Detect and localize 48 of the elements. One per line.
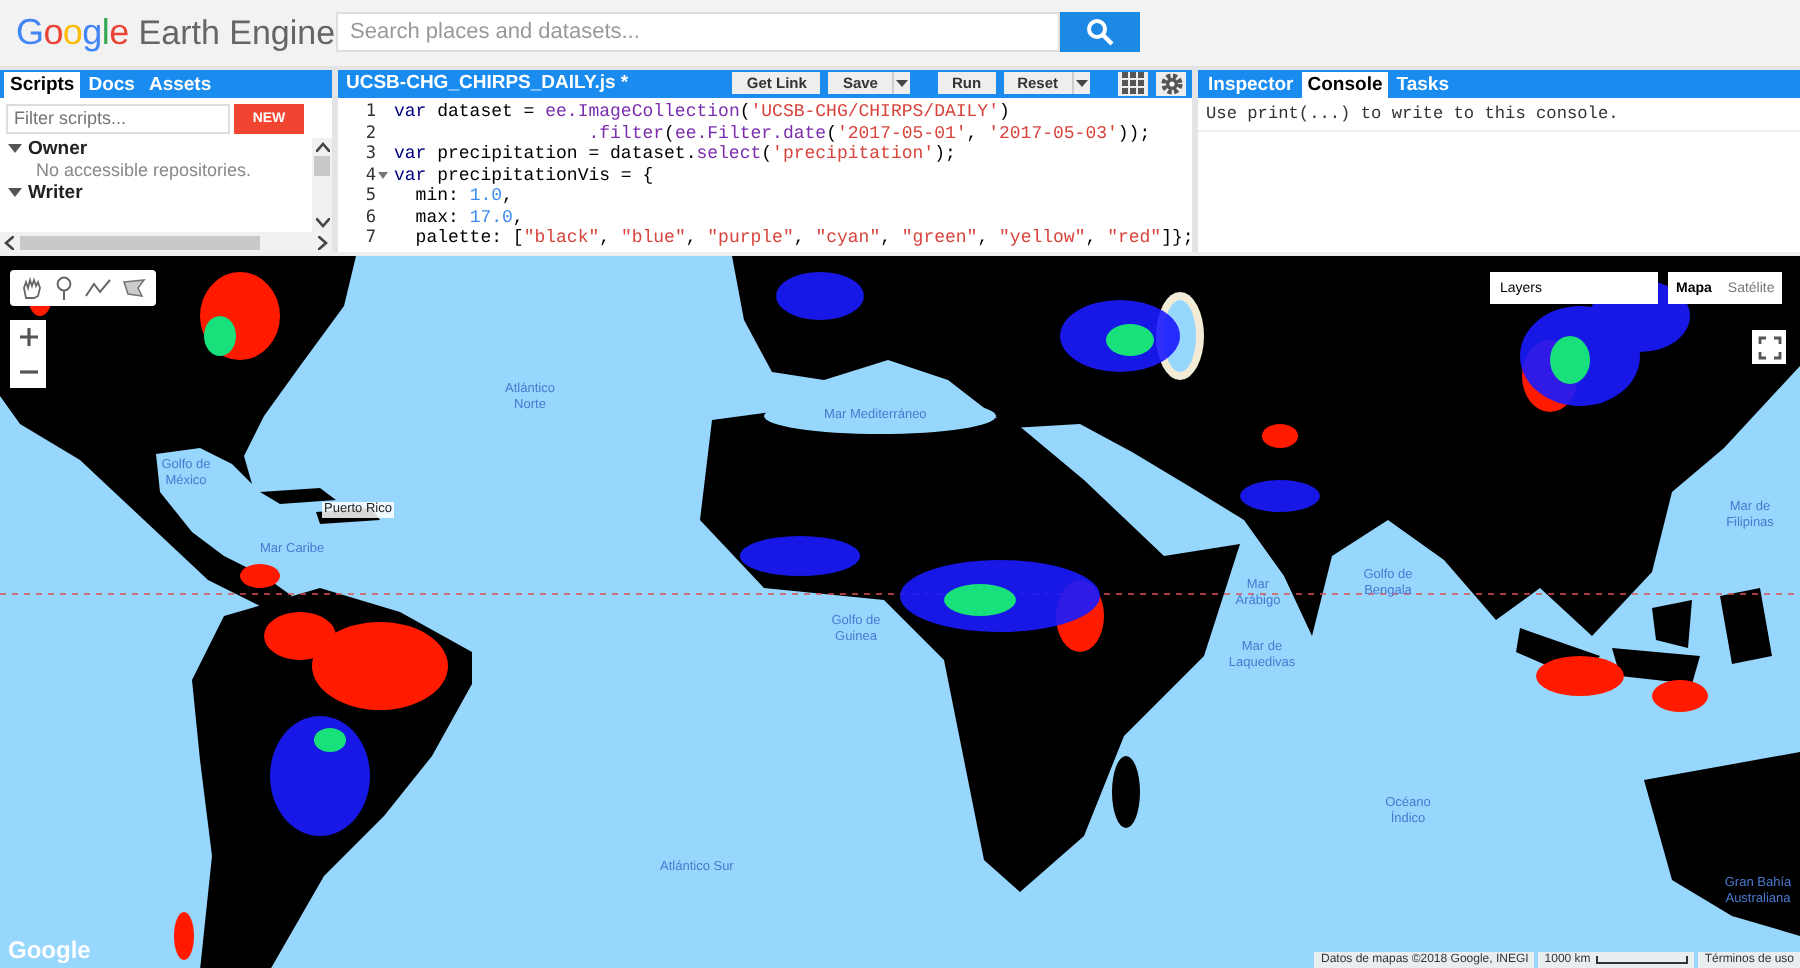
pin-icon [54,276,74,301]
caret-icon [1076,79,1088,88]
caret-icon [895,79,908,88]
grid-icon [1122,72,1144,95]
scrollbar[interactable] [0,232,332,253]
plus-icon [19,328,37,347]
search-button[interactable] [1060,12,1140,53]
code-line: min: 1.0, [413,186,513,207]
settings-button[interactable] [1156,71,1186,96]
console-message: Use print(...) to write to this console. [1198,97,1800,132]
dropdown-button[interactable] [1072,72,1090,95]
file-name: UCSB-CHG_CHIRPS_DAILY.js * [346,72,629,95]
google-logo: Google [8,936,91,964]
tree-folder[interactable]: Owner [28,137,88,160]
tree-note: No accessible repositories. [34,159,254,182]
tree-folder[interactable]: Writer [28,181,83,204]
scroll-up-icon [315,141,329,152]
code-line: .filter(ee.Filter.date('2017-05-01', '2017-05-03')); [586,123,1151,144]
filter-field[interactable]: Filter scripts... [6,103,230,134]
scrollbar[interactable] [312,137,332,233]
line-number: 5 [365,186,376,207]
hand-icon [20,276,44,301]
line-number: 6 [365,207,376,228]
line-number: 4 [365,165,376,186]
tab[interactable]: Scripts [4,71,81,98]
scroll-down-icon [315,218,329,229]
line-number: 3 [365,144,376,165]
polygon-icon [122,278,146,299]
code-line: max: 17.0, [413,207,524,228]
line-icon [84,278,112,299]
scroll-right-icon [318,235,328,250]
fullscreen-icon [1757,335,1781,360]
fullscreen-button[interactable] [1752,330,1786,365]
search-field[interactable]: Search places and datasets... [336,12,1060,53]
apps-button[interactable] [1118,71,1148,96]
code-line: var precipitation = dataset.select('precipitation'); [394,144,956,165]
tab[interactable]: Console [1301,71,1389,98]
line-number: 7 [365,228,376,249]
code-line: var precipitationVis = { [394,165,654,186]
product-name: Earth Engine [138,13,336,54]
minus-icon [19,369,37,374]
line-number: 2 [365,123,376,144]
scroll-left-icon [4,235,14,250]
code-line: var dataset = ee.ImageCollection('UCSB-CHG/CHIRPS/DAILY') [394,102,1010,123]
search-icon [1086,18,1114,47]
code-line: palette: ["black", "blue", "purple", "cyan", "green", "yellow", "red"]}; [413,228,1192,249]
google-logo: Google [16,11,129,54]
line-number: 1 [365,102,376,123]
